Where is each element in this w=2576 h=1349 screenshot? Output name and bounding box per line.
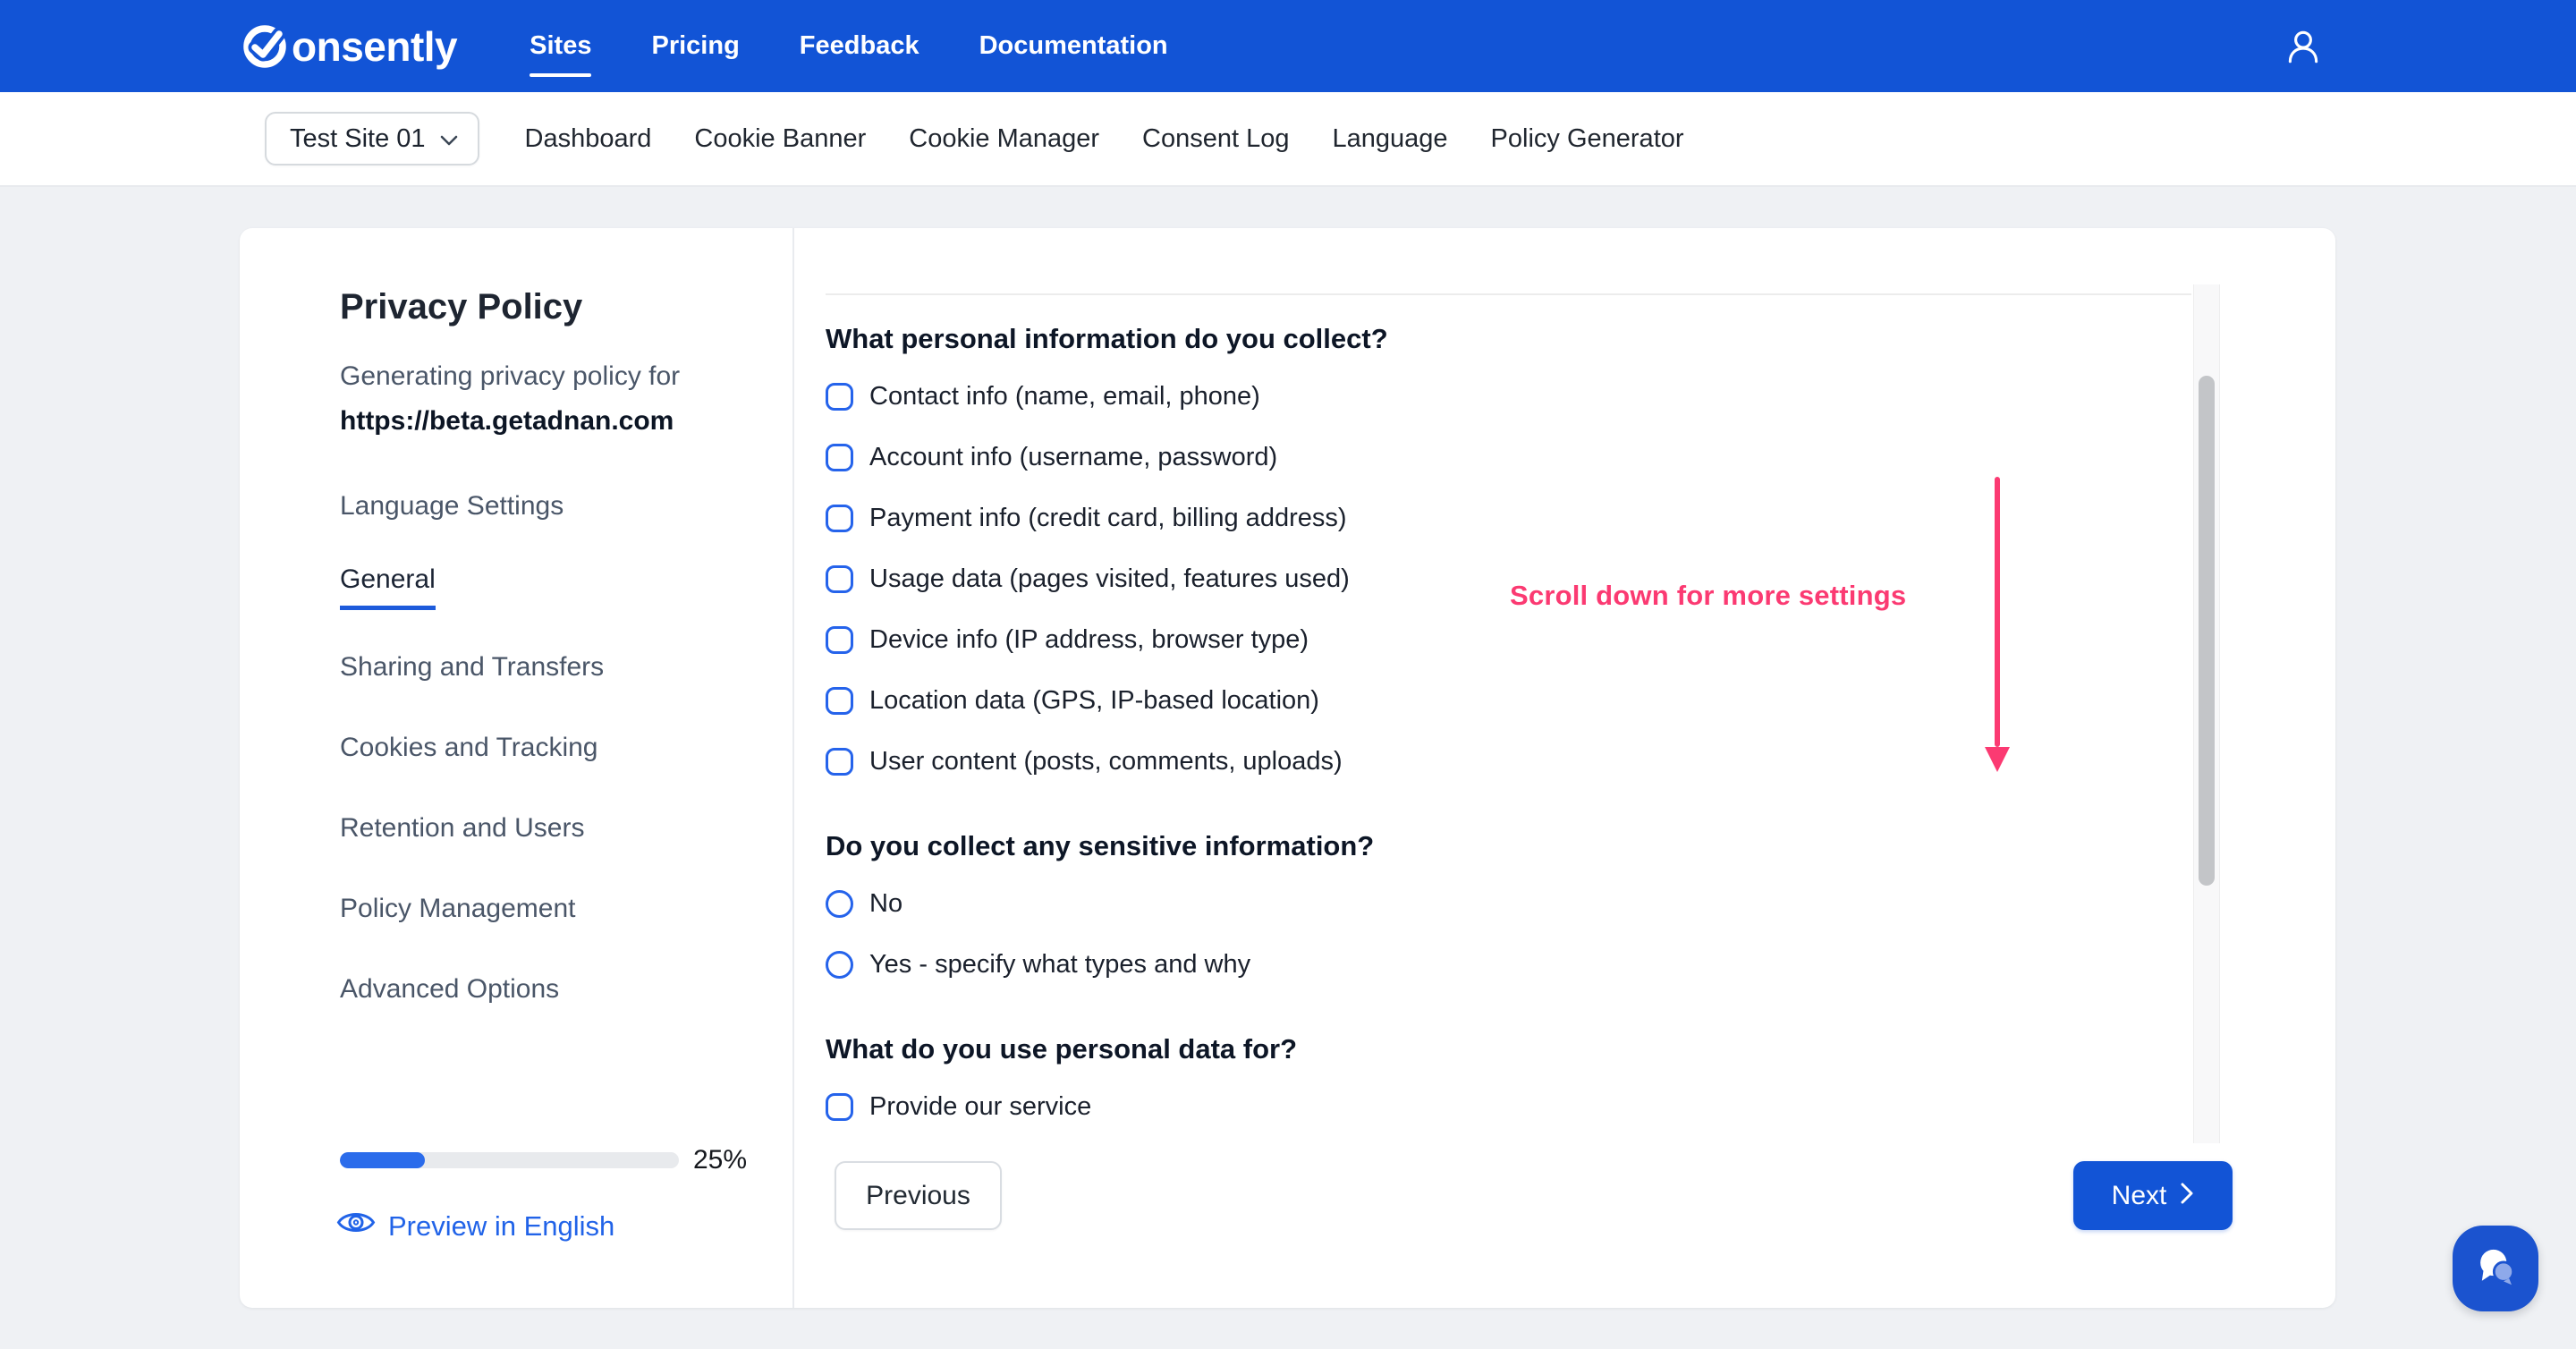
- nav-item-pricing[interactable]: Pricing: [651, 31, 739, 61]
- personal-info-options: Contact info (name, email, phone) Accoun…: [826, 366, 2191, 792]
- sidebar-item-language-settings[interactable]: Language Settings: [340, 466, 604, 547]
- scrollbar-thumb[interactable]: [2199, 376, 2215, 886]
- sensitive-info-options: No Yes - specify what types and why: [826, 873, 2191, 995]
- option-location-data[interactable]: Location data (GPS, IP-based location): [826, 670, 2191, 731]
- tab-consent-log[interactable]: Consent Log: [1142, 124, 1289, 154]
- sidebar-item-sharing-and-transfers[interactable]: Sharing and Transfers: [340, 627, 604, 708]
- radio-button[interactable]: [826, 950, 853, 979]
- tab-cookie-manager[interactable]: Cookie Manager: [909, 124, 1099, 154]
- site-toolbar: Test Site 01 Dashboard Cookie Banner Coo…: [0, 92, 2576, 187]
- next-button[interactable]: Next: [2073, 1161, 2233, 1230]
- option-usage-data[interactable]: Usage data (pages visited, features used…: [826, 548, 2191, 609]
- preview-in-english-link[interactable]: Preview in English: [336, 1209, 614, 1243]
- option-sensitive-no[interactable]: No: [826, 873, 2191, 934]
- radio-button[interactable]: [826, 889, 853, 918]
- option-payment-info[interactable]: Payment info (credit card, billing addre…: [826, 488, 2191, 548]
- data-use-options: Provide our service: [826, 1076, 2191, 1133]
- progress-percent-label: 25%: [693, 1145, 748, 1175]
- option-contact-info[interactable]: Contact info (name, email, phone): [826, 366, 2191, 427]
- option-provide-our-service[interactable]: Provide our service: [826, 1076, 2191, 1133]
- site-tabs: Dashboard Cookie Banner Cookie Manager C…: [525, 124, 1684, 154]
- sidebar-item-general[interactable]: General: [340, 547, 604, 627]
- preview-link-label: Preview in English: [388, 1209, 615, 1242]
- policy-form-pane: What personal information do you collect…: [794, 228, 2335, 1308]
- tab-policy-generator[interactable]: Policy Generator: [1491, 124, 1684, 154]
- page-background: Privacy Policy Generating privacy policy…: [0, 187, 2576, 1308]
- generating-for-label: Generating privacy policy for: [340, 361, 681, 391]
- eye-icon: [336, 1209, 376, 1243]
- previous-button[interactable]: Previous: [835, 1161, 1002, 1230]
- sidebar-item-retention-and-users[interactable]: Retention and Users: [340, 788, 604, 869]
- question-heading: Do you collect any sensitive information…: [826, 830, 1375, 861]
- progress-bar: [340, 1152, 679, 1168]
- scrollbar-track[interactable]: [2193, 284, 2220, 1143]
- checkbox[interactable]: [826, 625, 853, 654]
- user-icon[interactable]: [2283, 26, 2324, 67]
- option-device-info[interactable]: Device info (IP address, browser type): [826, 609, 2191, 670]
- checkbox[interactable]: [826, 1092, 853, 1121]
- nav-item-feedback[interactable]: Feedback: [800, 31, 919, 61]
- checkbox[interactable]: [826, 747, 853, 776]
- progress-row: 25%: [340, 1144, 747, 1176]
- consently-logo[interactable]: onsently: [240, 21, 458, 72]
- main-nav: Sites Pricing Feedback Documentation: [530, 31, 1168, 77]
- policy-generator-card: Privacy Policy Generating privacy policy…: [240, 228, 2335, 1308]
- policy-section-menu: Language Settings General Sharing and Tr…: [340, 466, 604, 1030]
- progress-fill: [340, 1152, 425, 1168]
- chevron-right-icon: [2181, 1181, 2194, 1211]
- option-sensitive-yes[interactable]: Yes - specify what types and why: [826, 934, 2191, 995]
- sidebar-item-cookies-and-tracking[interactable]: Cookies and Tracking: [340, 708, 604, 788]
- checkbox[interactable]: [826, 686, 853, 715]
- option-user-content[interactable]: User content (posts, comments, uploads): [826, 731, 2191, 792]
- tab-cookie-banner[interactable]: Cookie Banner: [694, 124, 866, 154]
- sidebar-item-advanced-options[interactable]: Advanced Options: [340, 949, 604, 1030]
- nav-item-sites[interactable]: Sites: [530, 31, 592, 77]
- site-url: https://beta.getadnan.com: [340, 406, 674, 436]
- question-heading: What personal information do you collect…: [826, 323, 1388, 354]
- checkbox[interactable]: [826, 564, 853, 593]
- nav-item-documentation[interactable]: Documentation: [979, 31, 1168, 61]
- brand-wordmark: onsently: [292, 22, 458, 70]
- chevron-down-icon: [440, 124, 458, 154]
- policy-sidebar: Privacy Policy Generating privacy policy…: [240, 228, 794, 1308]
- question-heading: What do you use personal data for?: [826, 1033, 1298, 1065]
- tab-language[interactable]: Language: [1333, 124, 1448, 154]
- option-account-info[interactable]: Account info (username, password): [826, 427, 2191, 488]
- tab-dashboard[interactable]: Dashboard: [525, 124, 652, 154]
- chat-bubble-icon: [2471, 1243, 2520, 1295]
- chat-widget-button[interactable]: [2453, 1226, 2538, 1311]
- site-selector-label: Test Site 01: [290, 123, 426, 153]
- top-navigation: onsently Sites Pricing Feedback Document…: [0, 0, 2576, 92]
- checkbox[interactable]: [826, 504, 853, 532]
- form-scroll-area[interactable]: What personal information do you collect…: [826, 293, 2191, 1133]
- checkbox[interactable]: [826, 443, 853, 471]
- checkbox[interactable]: [826, 382, 853, 411]
- sidebar-item-policy-management[interactable]: Policy Management: [340, 869, 604, 949]
- page-title: Privacy Policy: [340, 287, 583, 327]
- consently-ring-check-icon: [240, 21, 290, 72]
- site-selector-dropdown[interactable]: Test Site 01: [265, 112, 479, 165]
